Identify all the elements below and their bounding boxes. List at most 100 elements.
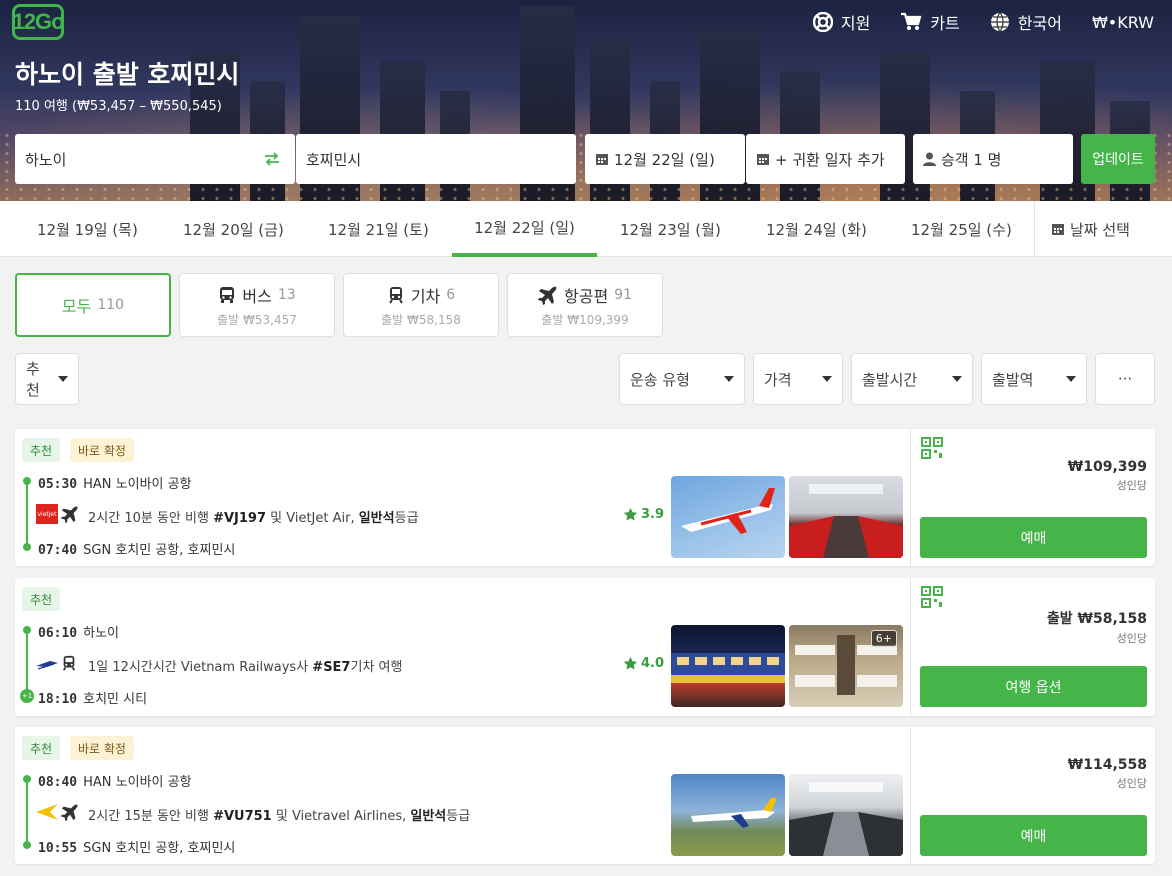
badge-instant-confirm: 바로 확정 [70, 736, 134, 760]
book-button[interactable]: 예매 [920, 517, 1147, 558]
rating[interactable]: 4.0 [623, 656, 664, 671]
mode-tab-flight[interactable]: 항공편 91 출발 ₩109,399 [507, 273, 663, 337]
price: ₩114,558 성인당 [1068, 757, 1147, 791]
nav-currency[interactable]: ₩•KRW [1092, 10, 1154, 34]
date-tab[interactable]: 12월 24일 (화) [766, 201, 867, 257]
calendar-icon [757, 154, 769, 165]
price: 출발 ₩58,158 성인당 [1047, 608, 1147, 646]
qr-code-icon [921, 586, 943, 608]
passengers-input[interactable]: 승객 1 명 [913, 134, 1073, 184]
price-amount: ₩109,399 [1067, 459, 1147, 475]
price-per: 성인당 [1116, 632, 1147, 645]
date-tab-active[interactable]: 12월 22일 (일) [452, 201, 597, 257]
to-input[interactable]: 호찌민시 [296, 134, 576, 184]
logo[interactable]: 12Go [12, 4, 65, 40]
price: ₩109,399 성인당 [1068, 459, 1147, 493]
mode-count: 91 [614, 286, 632, 303]
trip-options-button[interactable]: 여행 옵션 [920, 666, 1147, 707]
price-amount: 출발 ₩58,158 [1046, 611, 1147, 627]
date-tab[interactable]: 12월 23일 (월) [620, 201, 721, 257]
star-icon [623, 657, 638, 670]
globe-icon [990, 12, 1009, 32]
more-filters-button[interactable]: ··· [1095, 353, 1155, 405]
mode-tab-train[interactable]: 기차 6 출발 ₩58,158 [343, 273, 499, 337]
badge-recommended: 추천 [22, 736, 61, 760]
result-card[interactable]: 추천 +1 06:10 하노이 1일 12시간시간 Vietnam Railway… [15, 578, 1155, 716]
from-input[interactable]: 하노이 [15, 134, 295, 184]
caret-down-icon [1066, 376, 1076, 382]
price-per: 성인당 [1116, 479, 1147, 492]
mode-count: 13 [277, 286, 296, 303]
departure: 05:30 HAN 노이바이 공항 [38, 477, 192, 492]
mode-tab-bus[interactable]: 버스 13 출발 ₩53,457 [179, 273, 335, 337]
departure-station-filter[interactable]: 출발역 [981, 353, 1087, 405]
mode-min-price: 출발 ₩58,158 [381, 312, 461, 327]
mode-count: 6 [446, 286, 456, 303]
filter-label: 운송 유형 [630, 370, 690, 389]
update-button[interactable]: 업데이트 [1081, 134, 1155, 184]
nav-cart[interactable]: 카트 [900, 10, 960, 34]
nav-support-label: 지원 [840, 14, 871, 33]
vietravel-logo [36, 802, 58, 822]
bus-icon [220, 286, 235, 303]
trip-description: 2시간 10분 동안 비행 #VJ197 및 VietJet Air, 일반석등… [88, 511, 419, 526]
result-card[interactable]: 추천 바로 확정 05:30 HAN 노이바이 공항 vietjet 2시간 10… [15, 429, 1155, 566]
caret-down-icon [822, 376, 832, 382]
user-icon [923, 152, 936, 166]
vietnam-railways-logo [36, 654, 58, 674]
cabin-photo[interactable] [789, 476, 903, 558]
departure-time-filter[interactable]: 출발시간 [851, 353, 973, 405]
page-subtitle: 110 여행 (₩53,457 – ₩550,545) [15, 99, 222, 114]
qr-code-icon [921, 437, 943, 459]
calendar-icon [596, 154, 608, 165]
nav-language-label: 한국어 [1017, 14, 1062, 33]
result-card[interactable]: 추천 바로 확정 08:40 HAN 노이바이 공항 2시간 15분 동안 비행 … [15, 727, 1155, 864]
price-filter[interactable]: 가격 [753, 353, 843, 405]
return-date-label: + 귀환 일자 추가 [775, 150, 885, 169]
airplane-icon [61, 506, 78, 523]
top-nav: 지원 카트 한국어 ₩•KRW [812, 10, 1154, 34]
mode-tab-all[interactable]: 모두 110 [15, 273, 171, 337]
sleeper-photo[interactable]: 6+ [789, 625, 903, 707]
more-label: ··· [1117, 370, 1133, 388]
date-picker-label: 날짜 선택 [1070, 220, 1130, 239]
caret-down-icon [724, 376, 734, 382]
date-tab[interactable]: 12월 19일 (목) [37, 201, 138, 257]
sort-dropdown[interactable]: 추천 [15, 353, 79, 405]
next-day-badge: +1 [20, 689, 34, 703]
arrival: 07:40 SGN 호치민 공항, 호찌민시 [38, 543, 236, 558]
date-picker-button[interactable]: 날짜 선택 [1034, 201, 1130, 257]
from-value: 하노이 [25, 150, 67, 169]
transport-type-filter[interactable]: 운송 유형 [619, 353, 745, 405]
trip-description: 2시간 15분 동안 비행 #VU751 및 Vietravel Airline… [88, 809, 471, 824]
vietjet-logo: vietjet [36, 504, 58, 524]
date-tab[interactable]: 12월 20일 (금) [183, 201, 284, 257]
arrival: 18:10 호치민 시티 [38, 692, 148, 707]
train-photo[interactable] [671, 625, 785, 707]
date-bar: 12월 19일 (목) 12월 20일 (금) 12월 21일 (토) 12월 … [0, 201, 1172, 257]
badge-recommended: 추천 [22, 587, 61, 611]
nav-support[interactable]: 지원 [812, 10, 871, 34]
airplane-photo[interactable] [671, 476, 785, 558]
return-date-input[interactable]: + 귀환 일자 추가 [746, 134, 905, 184]
book-button[interactable]: 예매 [920, 815, 1147, 856]
airplane-icon [61, 804, 78, 821]
date-tab[interactable]: 12월 21일 (토) [328, 201, 429, 257]
nav-currency-label: ₩•KRW [1091, 12, 1154, 32]
airplane-photo[interactable] [671, 774, 785, 856]
rating[interactable]: 3.9 [623, 507, 664, 522]
train-icon [62, 655, 76, 671]
date-input[interactable]: 12월 22일 (일) [585, 134, 745, 184]
more-photos-badge[interactable]: 6+ [870, 630, 897, 647]
filter-label: 출발역 [992, 370, 1034, 389]
price-amount: ₩114,558 [1067, 757, 1147, 773]
mode-label: 버스 [242, 286, 272, 306]
nav-language[interactable]: 한국어 [990, 10, 1062, 34]
cabin-photo[interactable] [789, 774, 903, 856]
filter-label: 출발시간 [862, 370, 918, 389]
airplane-icon [538, 286, 557, 305]
nav-cart-label: 카트 [930, 14, 960, 33]
date-tab[interactable]: 12월 25일 (수) [911, 201, 1012, 257]
swap-icon[interactable] [264, 152, 280, 166]
price-per: 성인당 [1116, 777, 1147, 790]
